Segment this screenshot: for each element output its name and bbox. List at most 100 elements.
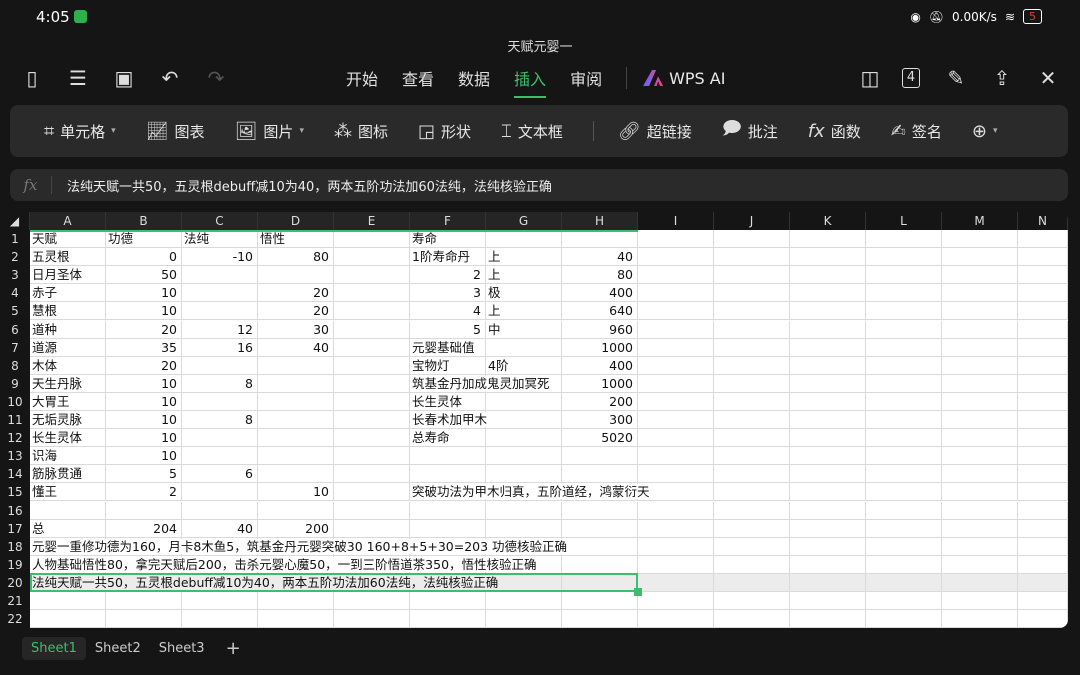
cell[interactable] xyxy=(1018,610,1068,628)
cell[interactable]: 2 xyxy=(410,266,486,285)
cell[interactable] xyxy=(942,392,1018,411)
cell[interactable] xyxy=(942,465,1018,484)
cell[interactable] xyxy=(334,610,410,628)
cell[interactable] xyxy=(334,356,410,375)
cell[interactable] xyxy=(182,447,258,466)
cell[interactable] xyxy=(410,447,486,466)
cell[interactable] xyxy=(714,338,790,357)
cell[interactable] xyxy=(866,356,942,375)
cell[interactable]: 20 xyxy=(106,320,182,339)
cell[interactable]: 200 xyxy=(258,519,334,538)
cell[interactable] xyxy=(638,447,714,466)
cell[interactable] xyxy=(486,465,562,484)
cell[interactable] xyxy=(182,266,258,285)
cell[interactable] xyxy=(1018,320,1068,339)
cell[interactable] xyxy=(182,592,258,611)
cell[interactable] xyxy=(486,429,562,448)
cell[interactable] xyxy=(258,411,334,430)
cell[interactable]: 筋脉贯通 xyxy=(30,465,106,484)
cell[interactable] xyxy=(258,429,334,448)
cell[interactable]: 300 xyxy=(562,411,638,430)
cell[interactable] xyxy=(942,356,1018,375)
cell[interactable]: 30 xyxy=(258,320,334,339)
cell[interactable] xyxy=(866,537,942,556)
cell[interactable] xyxy=(334,411,410,430)
cell[interactable] xyxy=(866,392,942,411)
cell[interactable] xyxy=(790,573,866,592)
cell[interactable] xyxy=(942,338,1018,357)
cell[interactable] xyxy=(942,555,1018,574)
cell[interactable]: 80 xyxy=(258,248,334,267)
cell[interactable] xyxy=(30,610,106,628)
cell[interactable] xyxy=(638,573,714,592)
cell[interactable] xyxy=(942,320,1018,339)
cell[interactable] xyxy=(942,447,1018,466)
cell[interactable]: 天生丹脉 xyxy=(30,374,106,393)
cell[interactable] xyxy=(334,230,410,249)
cell[interactable] xyxy=(790,465,866,484)
cell[interactable]: 悟性 xyxy=(258,230,334,249)
cell[interactable] xyxy=(790,610,866,628)
cell[interactable] xyxy=(562,230,638,249)
cell[interactable]: 中 xyxy=(486,320,562,339)
cell[interactable]: 上 xyxy=(486,266,562,285)
cell[interactable] xyxy=(1018,537,1068,556)
cell[interactable] xyxy=(1018,411,1068,430)
column-header[interactable]: K xyxy=(790,212,866,230)
more-button[interactable]: ⊕ ▾ xyxy=(972,121,998,142)
cell[interactable] xyxy=(942,483,1018,502)
cell[interactable] xyxy=(1018,465,1068,484)
cell[interactable] xyxy=(334,338,410,357)
cell[interactable] xyxy=(638,320,714,339)
cell-grid[interactable]: 天赋 功德 法纯 悟性 寿命 五灵根 0 -10 80 1阶寿命丹上 40 日月圣体 50 2 上 80 赤子 1… xyxy=(30,230,1068,628)
cell[interactable]: 无垢灵脉 xyxy=(30,411,106,430)
cell[interactable] xyxy=(182,610,258,628)
column-header[interactable]: J xyxy=(714,212,790,230)
cell[interactable]: 长生灵体 xyxy=(410,392,486,411)
cell[interactable] xyxy=(714,411,790,430)
cell[interactable] xyxy=(866,465,942,484)
cell[interactable] xyxy=(410,592,486,611)
cell[interactable] xyxy=(866,230,942,249)
cell[interactable] xyxy=(258,447,334,466)
cell[interactable] xyxy=(562,610,638,628)
row-header[interactable]: 1 xyxy=(0,230,30,249)
cell[interactable] xyxy=(790,230,866,249)
sheet-tab-2[interactable]: Sheet2 xyxy=(86,637,150,660)
cell[interactable] xyxy=(1018,519,1068,538)
cell[interactable] xyxy=(942,610,1018,628)
cell[interactable] xyxy=(258,501,334,520)
cell[interactable] xyxy=(714,610,790,628)
cell[interactable] xyxy=(258,374,334,393)
cell[interactable] xyxy=(334,519,410,538)
cell[interactable] xyxy=(562,573,638,592)
row-header[interactable]: 15 xyxy=(0,483,30,502)
cell[interactable] xyxy=(638,302,714,321)
cell[interactable] xyxy=(942,284,1018,303)
cell[interactable] xyxy=(714,392,790,411)
cell[interactable] xyxy=(638,537,714,556)
sidebar-icon[interactable]: ▯ xyxy=(18,66,46,90)
cell[interactable] xyxy=(182,392,258,411)
cell[interactable]: 960 xyxy=(562,320,638,339)
cell[interactable]: 1阶寿命丹 xyxy=(410,248,486,267)
cell[interactable] xyxy=(790,483,866,502)
insert-hyperlink-button[interactable]: 🔗︎ 超链接 xyxy=(618,121,692,142)
cell[interactable] xyxy=(410,519,486,538)
cell[interactable] xyxy=(1018,592,1068,611)
cell[interactable] xyxy=(714,429,790,448)
cell[interactable]: 元婴基础值 xyxy=(410,338,486,357)
cell[interactable] xyxy=(714,447,790,466)
cell[interactable] xyxy=(638,230,714,249)
cell[interactable] xyxy=(486,519,562,538)
cell[interactable]: 上 xyxy=(486,248,562,267)
cell[interactable]: 识海 xyxy=(30,447,106,466)
cell[interactable]: 大胃王 xyxy=(30,392,106,411)
cell[interactable]: 5 xyxy=(106,465,182,484)
cell[interactable] xyxy=(866,302,942,321)
cell[interactable] xyxy=(790,356,866,375)
cell[interactable] xyxy=(182,429,258,448)
cell[interactable]: 2 xyxy=(106,483,182,502)
cell[interactable] xyxy=(714,519,790,538)
cell[interactable] xyxy=(258,592,334,611)
